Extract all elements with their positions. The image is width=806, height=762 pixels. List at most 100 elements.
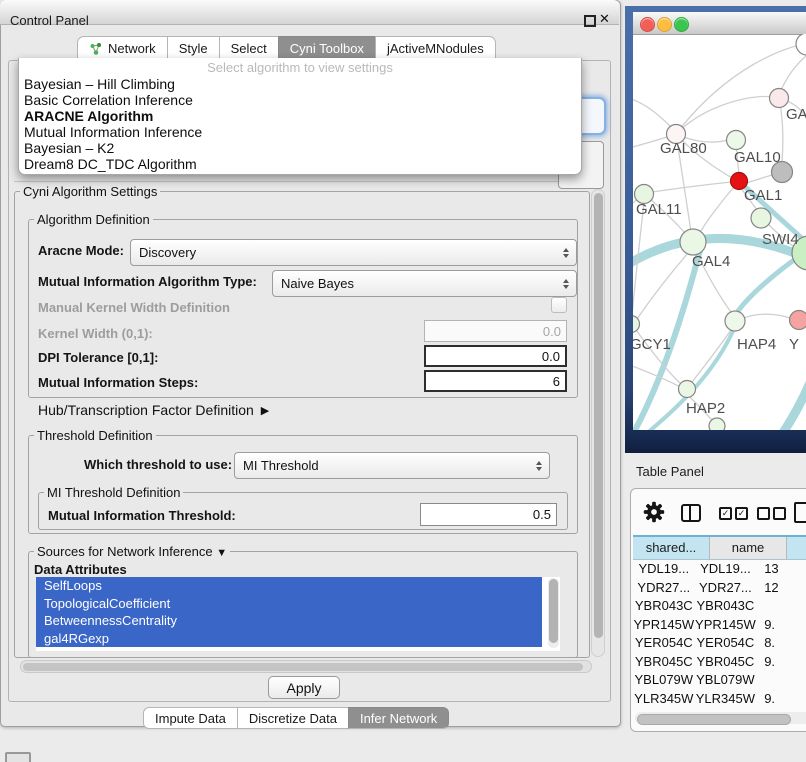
tab-infer-network-label: Infer Network [360,711,437,726]
table-body: YDL19...YDL19...13YDR27...YDR27...12YBR0… [633,560,806,712]
table-row[interactable]: YDL19...YDL19...13 [633,560,806,579]
algorithm-option-dream8-dc-tdc-algorithm[interactable]: Dream8 DC_TDC Algorithm [19,156,581,172]
node-label-gal4: GAL4 [692,253,730,270]
algorithm-option-bayesian-hill-climbing[interactable]: Bayesian – Hill Climbing [19,76,581,92]
zoom-traffic-light-icon[interactable] [674,17,689,32]
algorithm-option-aracne-algorithm[interactable]: ARACNE Algorithm [19,108,581,124]
hub-definition-expander[interactable]: Hub/Transcription Factor Definition ▶ [38,402,269,418]
table-cell: YBR043C [695,597,757,616]
select-all-checkboxes-icon[interactable]: ✓✓ [719,507,748,520]
kernel-width-label: Kernel Width (0,1): [38,326,153,341]
data-attributes-list: SelfLoopsTopologicalCoefficientBetweenne… [36,577,560,651]
aracne-mode-select[interactable]: Discovery [130,239,577,266]
minimized-panel-button[interactable] [5,752,31,762]
network-node-gal[interactable] [770,89,789,108]
table-cell: 8. [756,634,806,653]
network-edge [699,187,734,234]
tab-network-label: Network [108,41,156,56]
close-icon[interactable]: ✕ [599,11,610,27]
mi-steps-label: Mutual Information Steps: [38,375,198,390]
sources-legend-label: Sources for Network Inference [37,544,213,559]
network-node[interactable] [751,208,771,228]
table-cell: 12 [756,579,806,598]
screen: Control Panel ✕ Network StyleSelectCyni T… [0,0,806,762]
node-label-hap2: HAP2 [686,400,725,417]
deselect-all-checkboxes-icon[interactable] [757,507,786,520]
control-panel-titlebar[interactable] [0,0,619,25]
tab-impute-data-label: Impute Data [155,711,226,726]
gear-icon[interactable] [643,501,665,523]
tab-jactivemnodules[interactable]: jActiveMNodules [375,36,496,60]
column-header-name[interactable]: name [710,537,787,560]
table-cell: YDL19... [633,560,695,579]
control-panel-title: Control Panel [10,13,89,28]
manual-kernel-width-checkbox[interactable] [551,297,567,313]
float-window-icon[interactable] [584,15,596,27]
network-edge [652,182,731,192]
table-cell: 9. [756,690,806,709]
network-node-gal10[interactable] [727,131,746,150]
column-header-a[interactable]: A [787,537,806,560]
network-node-hap2[interactable] [679,381,696,398]
tab-style[interactable]: Style [167,36,220,60]
algorithm-option-mutual-information-inference[interactable]: Mutual Information Inference [19,124,581,140]
attributes-scrollbar[interactable] [548,578,559,648]
new-table-icon[interactable] [794,502,806,523]
attribute-item-betweennesscentrality[interactable]: BetweennessCentrality [36,612,542,630]
popup-prompt: Select algorithm to view settings [19,60,581,76]
tab-discretize-data[interactable]: Discretize Data [237,707,349,729]
table-cell: YBR045C [633,653,695,672]
minimize-traffic-light-icon[interactable] [657,17,672,32]
dpi-tolerance-input[interactable] [424,345,567,367]
chevron-right-icon: ▶ [261,404,269,417]
table-toolbar: ✓✓ [631,495,806,533]
network-node-y[interactable] [790,311,806,330]
network-edge [633,96,671,127]
table-row[interactable]: YLR345WYLR345W9. [633,690,806,709]
combo-arrows-icon [563,279,569,289]
manual-kernel-width-label: Manual Kernel Width Definition [38,300,230,315]
network-node[interactable] [709,418,725,430]
table-row[interactable]: YBR045CYBR045C9. [633,653,806,672]
table-row[interactable]: YBR043CYBR043C [633,597,806,616]
network-canvas[interactable]: GALGAL80GAL10GAL1GAL11SWI4GAL4GCY1HAP4YH… [633,34,806,430]
network-node[interactable] [796,34,806,55]
kernel-width-input[interactable] [424,320,567,342]
close-traffic-light-icon[interactable] [640,17,655,32]
attribute-item-selfloops[interactable]: SelfLoops [36,577,542,595]
algorithm-option-basic-correlation-inference[interactable]: Basic Correlation Inference [19,92,581,108]
apply-button[interactable]: Apply [268,676,340,699]
tab-impute-data[interactable]: Impute Data [143,707,238,729]
network-node-hap4[interactable] [725,311,745,331]
mi-steps-input[interactable] [424,370,567,392]
sources-legend[interactable]: Sources for Network Inference ▼ [34,544,230,559]
column-header-shared[interactable]: shared... [633,537,710,560]
network-node-gal4[interactable] [680,229,706,255]
tab-cyni-toolbox[interactable]: Cyni Toolbox [278,36,376,60]
table-cell: YER054C [633,634,695,653]
threshold-definition-legend: Threshold Definition [34,428,156,443]
table-row[interactable]: YBL079WYBL079W [633,671,806,690]
tab-network[interactable]: Network [77,36,168,60]
table-cell: YDR27... [695,579,757,598]
settings-horizontal-scrollbar[interactable] [20,660,592,673]
table-cell: YDL19... [695,560,757,579]
table-row[interactable]: YPR145WYPR145W9. [633,616,806,635]
split-columns-icon[interactable] [681,504,701,522]
node-label-y: Y [789,336,799,353]
table-horizontal-scrollbar[interactable] [635,712,806,724]
tab-infer-network[interactable]: Infer Network [348,707,449,729]
table-row[interactable]: YER054CYER054C8. [633,634,806,653]
settings-vertical-scrollbar[interactable] [591,189,605,657]
mi-threshold-input[interactable] [420,503,557,526]
algorithm-option-bayesian-k2[interactable]: Bayesian – K2 [19,140,581,156]
which-threshold-select[interactable]: MI Threshold [234,452,550,479]
tab-select[interactable]: Select [219,36,279,60]
network-node-gcy1[interactable] [633,316,640,333]
attribute-item-topologicalcoefficient[interactable]: TopologicalCoefficient [36,595,542,613]
mi-algorithm-type-select[interactable]: Naive Bayes [272,270,577,297]
attribute-item-gal4rgexp[interactable]: gal4RGexp [36,630,542,648]
aracne-mode-label: Aracne Mode: [38,243,124,258]
table-row[interactable]: YDR27...YDR27...12 [633,579,806,598]
node-label-gcy1: GCY1 [633,336,671,353]
